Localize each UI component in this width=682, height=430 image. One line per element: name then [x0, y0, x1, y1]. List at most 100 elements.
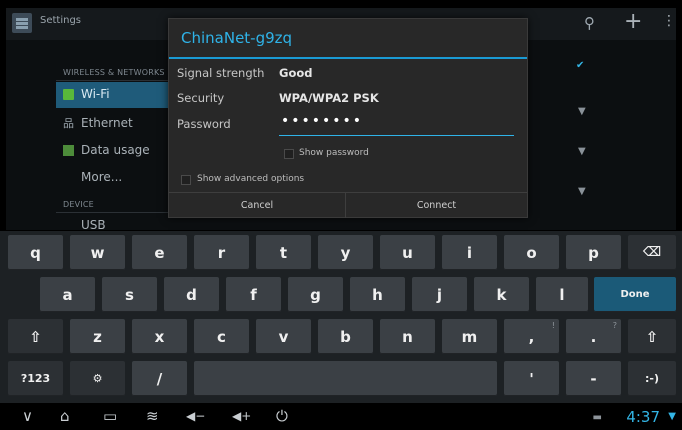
divider: [56, 212, 186, 213]
advanced-options-label[interactable]: Show advanced options: [197, 174, 304, 184]
sidebar-item-ethernet[interactable]: 品 Ethernet: [56, 111, 186, 137]
connect-button[interactable]: Connect: [346, 193, 527, 218]
key-j[interactable]: j: [412, 277, 467, 312]
sidebar-item-data-usage[interactable]: Data usage: [56, 138, 186, 164]
sidebar-item-label: USB: [81, 218, 106, 230]
divider: [56, 80, 186, 81]
signal-strength-label: Signal strength: [177, 66, 265, 80]
password-value: ••••••••: [281, 113, 364, 129]
password-input[interactable]: ••••••••: [279, 113, 514, 136]
clock: 4:37: [626, 408, 660, 426]
key-f[interactable]: f: [226, 277, 281, 312]
advanced-options-checkbox[interactable]: [181, 175, 191, 185]
home-icon[interactable]: ⌂: [60, 407, 70, 425]
recent-apps-icon[interactable]: ▭: [103, 407, 117, 425]
signal-strength-value: Good: [279, 66, 313, 80]
wifi-status-icon: ▼: [668, 411, 676, 422]
key-q[interactable]: q: [8, 235, 63, 270]
key-alt-label: ?: [612, 321, 617, 330]
soft-keyboard: q w e r t y u i o p ⌫ a s d f g h j k l …: [0, 231, 682, 403]
key-e[interactable]: e: [132, 235, 187, 270]
key-i[interactable]: i: [442, 235, 497, 270]
shift-key-right[interactable]: ⇧: [628, 319, 676, 354]
done-key[interactable]: Done: [594, 277, 676, 312]
dialog-button-bar: Cancel Connect: [169, 192, 527, 218]
power-icon[interactable]: ⏻: [276, 407, 288, 425]
title-divider: [169, 57, 527, 59]
sidebar-item-more[interactable]: More...: [56, 165, 186, 191]
space-key[interactable]: [194, 361, 497, 396]
dialog-title: ChinaNet-g9zq: [181, 29, 293, 47]
add-icon[interactable]: +: [624, 9, 642, 34]
volume-down-icon[interactable]: ◀−: [186, 409, 205, 423]
key-label: .: [590, 327, 597, 346]
key-l[interactable]: l: [536, 277, 588, 312]
key-slash[interactable]: /: [132, 361, 187, 396]
password-label: Password: [177, 117, 231, 131]
show-password-checkbox[interactable]: [284, 149, 294, 159]
wifi-connect-dialog: ChinaNet-g9zq Signal strength Good Secur…: [168, 18, 528, 218]
show-password-label[interactable]: Show password: [299, 148, 369, 158]
hide-keyboard-icon[interactable]: ≋: [146, 407, 159, 425]
backspace-key[interactable]: ⌫: [628, 235, 676, 270]
sidebar-item-wifi[interactable]: Wi-Fi: [56, 82, 186, 108]
key-d[interactable]: d: [164, 277, 219, 312]
overflow-menu-icon[interactable]: ⋮: [662, 13, 676, 29]
wifi-signal-icon: ▼: [578, 186, 586, 197]
wifi-signal-icon: ▼: [578, 106, 586, 117]
key-m[interactable]: m: [442, 319, 497, 354]
key-r[interactable]: r: [194, 235, 249, 270]
key-v[interactable]: v: [256, 319, 311, 354]
security-value: WPA/WPA2 PSK: [279, 91, 379, 105]
key-period[interactable]: . ?: [566, 319, 621, 354]
sidebar-item-usb[interactable]: USB: [56, 216, 186, 230]
key-h[interactable]: h: [350, 277, 405, 312]
shift-icon: ⇧: [645, 327, 659, 346]
key-z[interactable]: z: [70, 319, 125, 354]
cancel-button[interactable]: Cancel: [169, 193, 346, 218]
key-comma[interactable]: , !: [504, 319, 559, 354]
app-title: Settings: [40, 15, 82, 26]
backspace-icon: ⌫: [642, 245, 662, 260]
notification-icon: ▬: [592, 412, 602, 423]
key-alt-label: !: [551, 321, 555, 330]
emoticon-key[interactable]: :-): [628, 361, 676, 396]
key-p[interactable]: p: [566, 235, 621, 270]
category-device: DEVICE: [63, 200, 94, 209]
ethernet-icon: 品: [63, 117, 74, 130]
key-u[interactable]: u: [380, 235, 435, 270]
key-g[interactable]: g: [288, 277, 343, 312]
connected-check-icon: ✔: [576, 60, 585, 71]
category-wireless: WIRELESS & NETWORKS: [63, 68, 165, 77]
key-t[interactable]: t: [256, 235, 311, 270]
key-w[interactable]: w: [70, 235, 125, 270]
sidebar-item-label: More...: [81, 170, 123, 184]
settings-key[interactable]: ⚙: [70, 361, 125, 396]
security-label: Security: [177, 91, 225, 105]
key-n[interactable]: n: [380, 319, 435, 354]
key-quote[interactable]: ': [504, 361, 559, 396]
key-label: ,: [528, 327, 535, 346]
back-icon[interactable]: ∨: [22, 407, 33, 425]
shift-key-left[interactable]: ⇧: [8, 319, 63, 354]
keyboard-settings-icon: ⚙: [92, 372, 103, 385]
key-o[interactable]: o: [504, 235, 559, 270]
key-k[interactable]: k: [474, 277, 529, 312]
volume-up-icon[interactable]: ◀+: [232, 409, 251, 423]
sidebar-item-label: Ethernet: [81, 116, 133, 130]
key-dash[interactable]: -: [566, 361, 621, 396]
sidebar-item-label: Data usage: [81, 143, 150, 157]
key-b[interactable]: b: [318, 319, 373, 354]
key-y[interactable]: y: [318, 235, 373, 270]
key-a[interactable]: a: [40, 277, 95, 312]
wifi-signal-icon: ▼: [578, 146, 586, 157]
key-s[interactable]: s: [102, 277, 157, 312]
key-x[interactable]: x: [132, 319, 187, 354]
symbols-key[interactable]: ?123: [8, 361, 63, 396]
system-nav-bar: ∨ ⌂ ▭ ≋ ◀− ◀+ ⏻ ▬ 4:37 ▼: [0, 403, 682, 430]
settings-app-icon[interactable]: [12, 13, 32, 33]
sidebar-item-label: Wi-Fi: [81, 87, 110, 101]
key-c[interactable]: c: [194, 319, 249, 354]
shift-icon: ⇧: [29, 327, 42, 346]
wifi-add-icon[interactable]: ⚲: [584, 14, 595, 32]
